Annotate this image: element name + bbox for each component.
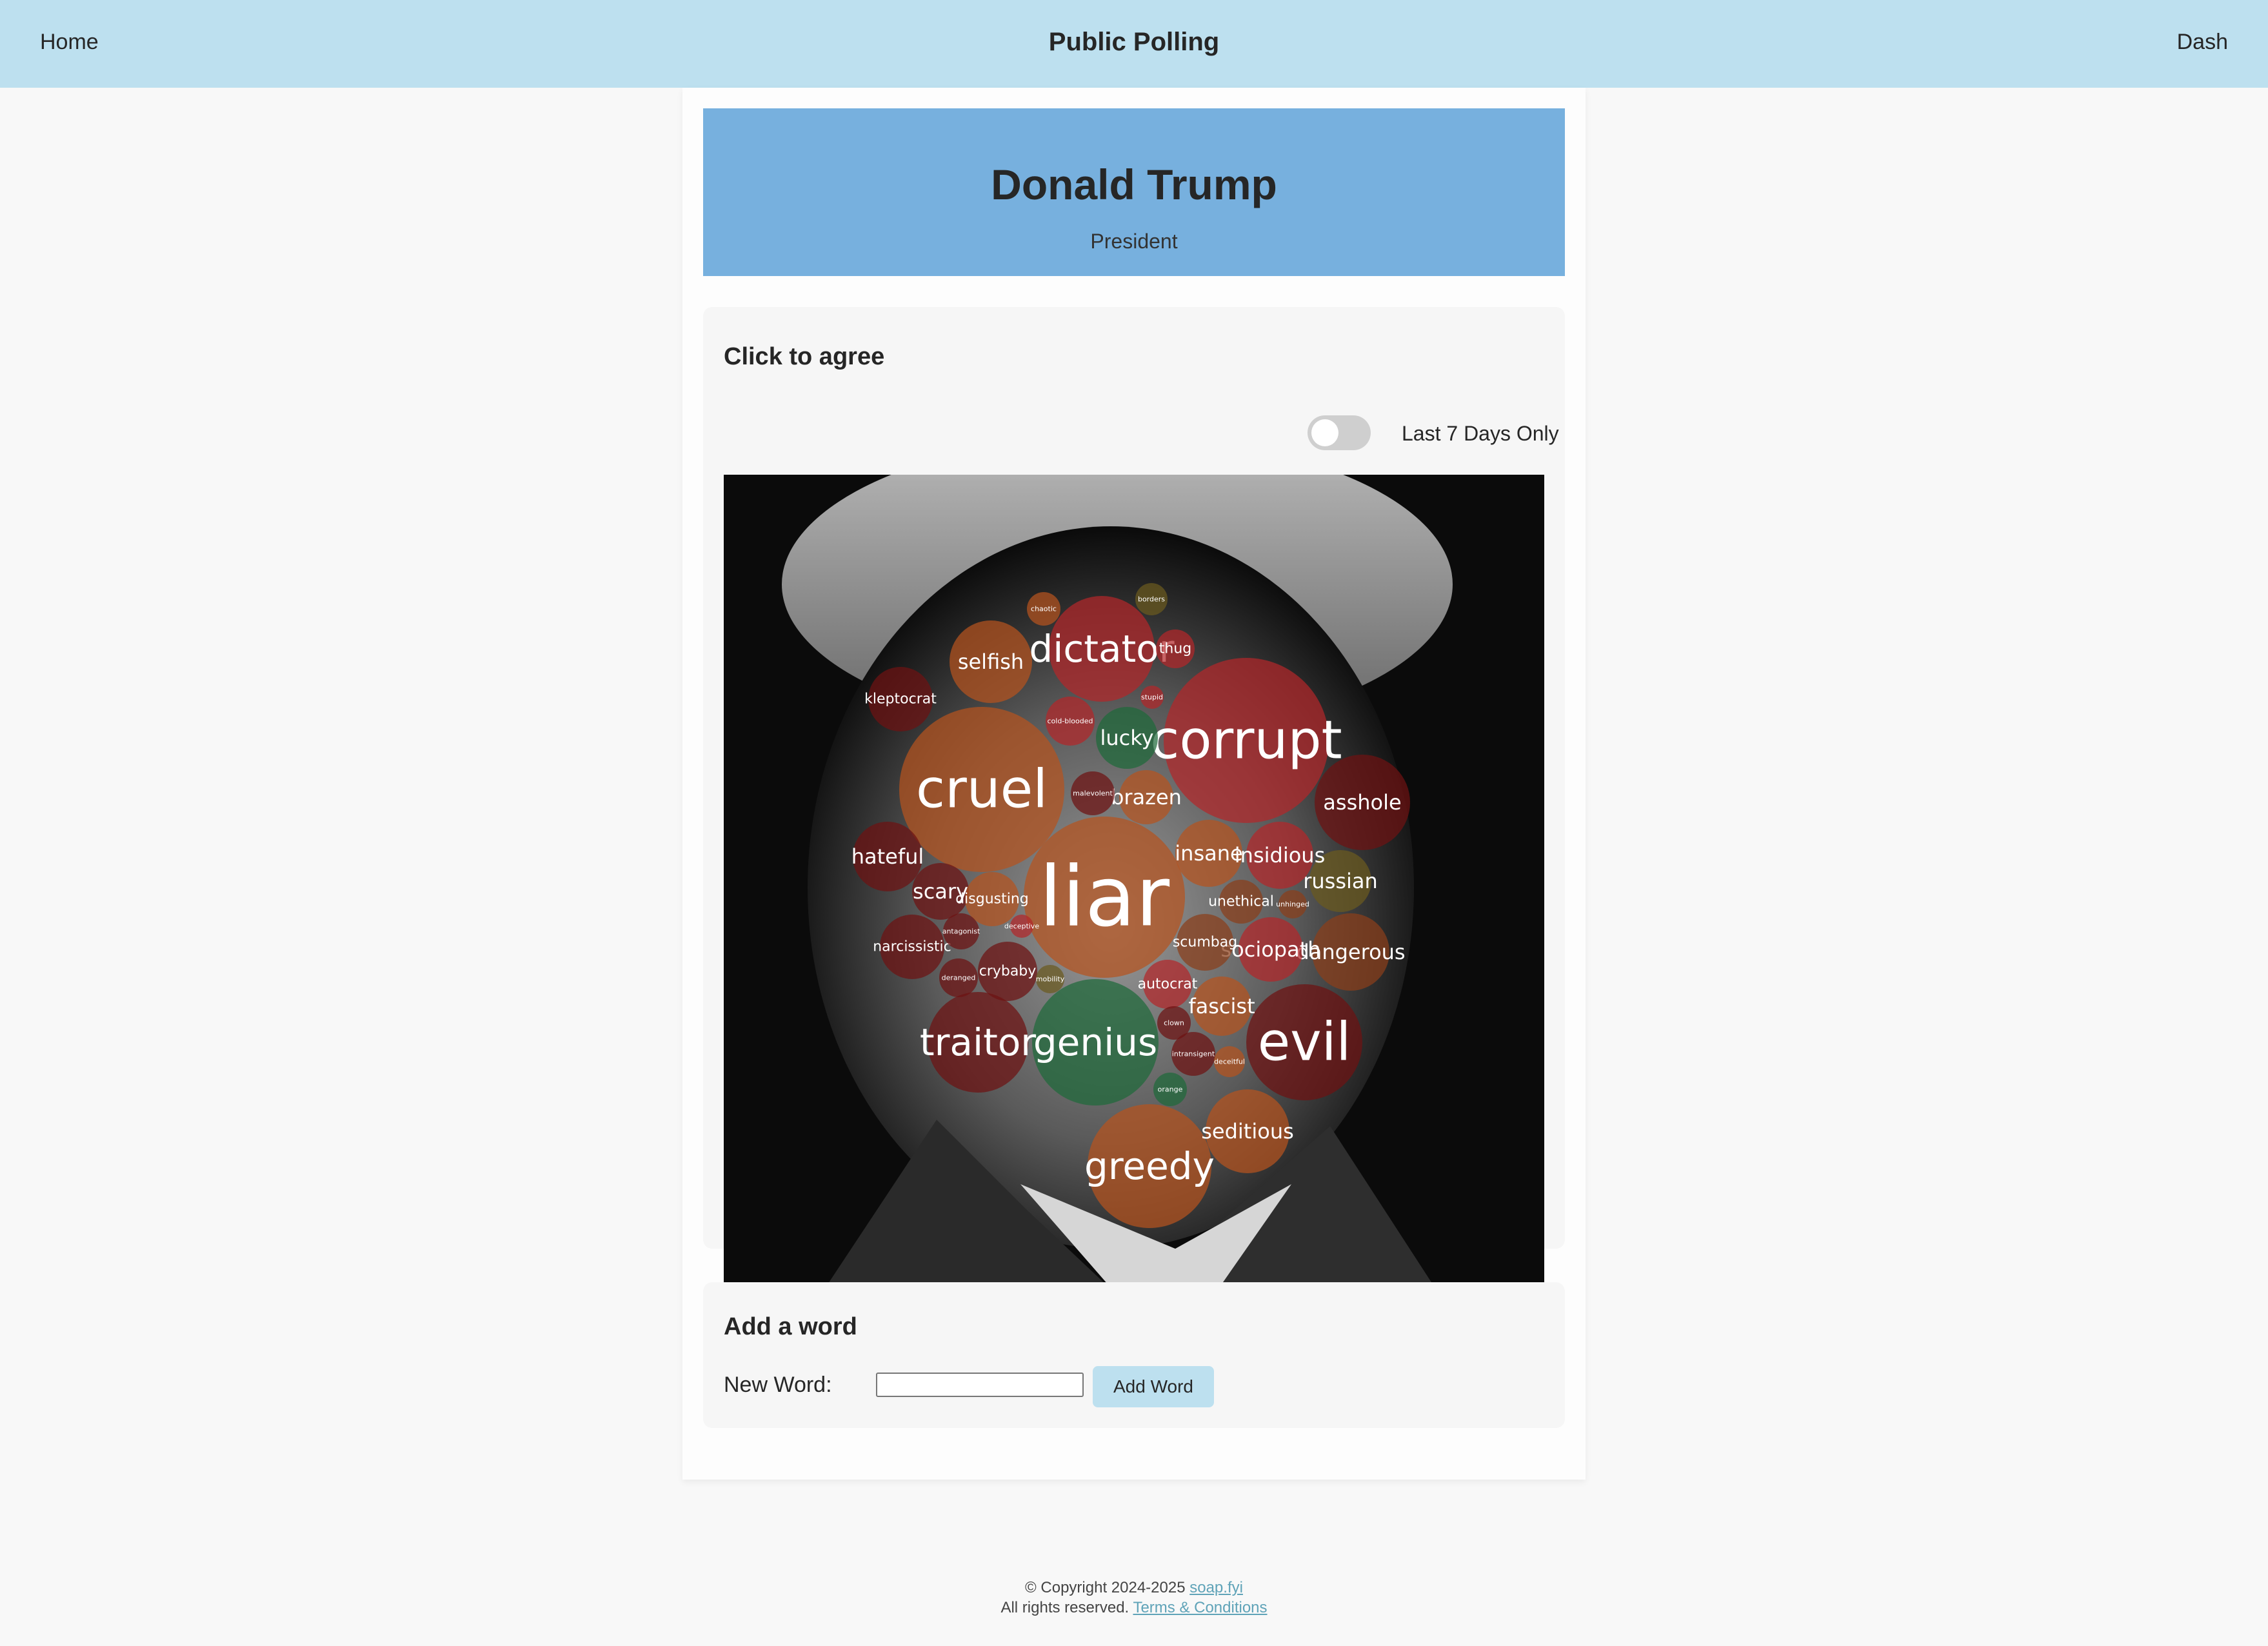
bubble-word: asshole	[1323, 790, 1401, 815]
footer-line-1: © Copyright 2024-2025 soap.fyi	[0, 1578, 2268, 1598]
bubble-word: deceptive	[1004, 922, 1039, 931]
word-bubble-deceitful[interactable]: deceitful	[1214, 1046, 1245, 1077]
bubble-word: cold-blooded	[1047, 717, 1093, 726]
bubble-word: cruel	[916, 759, 1048, 820]
bubble-word: autocrat	[1138, 977, 1198, 993]
terms-link[interactable]: Terms & Conditions	[1133, 1599, 1267, 1616]
bubble-word: mobility	[1036, 975, 1065, 984]
word-bubble-evil[interactable]: evil	[1246, 984, 1362, 1100]
site-title: Public Polling	[1048, 28, 1220, 56]
bubble-word: dictator	[1029, 627, 1174, 671]
dash-link[interactable]: Dash	[2177, 30, 2228, 55]
main-container: Donald Trump President Click to agree La…	[682, 88, 1586, 1480]
word-bubble-liar[interactable]: liar	[1024, 817, 1185, 978]
politician-title: President	[1090, 230, 1178, 253]
footer: © Copyright 2024-2025 soap.fyi All right…	[0, 1578, 2268, 1618]
bubble-word: scumbag	[1173, 935, 1237, 951]
add-word-heading: Add a word	[724, 1313, 857, 1340]
bubble-word: clown	[1164, 1019, 1184, 1027]
bubble-word: thug	[1159, 641, 1191, 657]
last-7-days-toggle[interactable]	[1308, 415, 1371, 450]
bubble-word: evil	[1258, 1012, 1351, 1073]
word-cloud-card: Click to agree Last 7 Days Only liar cor…	[703, 307, 1565, 1295]
bubble-word: unhinged	[1276, 900, 1309, 909]
bubble-word: crybaby	[979, 964, 1037, 980]
new-word-label: New Word:	[724, 1373, 832, 1397]
bubble-word: genius	[1033, 1020, 1157, 1064]
word-bubble-cold-blooded[interactable]: cold-blooded	[1046, 697, 1095, 746]
word-bubble-chaotic[interactable]: chaotic	[1027, 592, 1060, 626]
bubble-word: stupid	[1141, 693, 1163, 702]
word-bubble-lucky[interactable]: lucky	[1096, 707, 1158, 769]
bubble-word: unethical	[1208, 894, 1274, 910]
bubble-word: seditious	[1201, 1119, 1294, 1144]
bubble-word: greedy	[1084, 1144, 1215, 1188]
word-bubble-cruel[interactable]: cruel	[899, 707, 1064, 872]
word-bubble-deranged[interactable]: deranged	[939, 958, 978, 997]
bubble-chart: liar corrupt cruel evil geniustraitor greedy d…	[724, 475, 1544, 1295]
word-bubble-stupid[interactable]: stupid	[1140, 686, 1164, 709]
bubble-word: disgusting	[955, 891, 1029, 907]
bubble-word: fascist	[1188, 994, 1255, 1018]
add-word-button[interactable]: Add Word	[1093, 1366, 1214, 1407]
word-bubble-thug[interactable]: thug	[1156, 630, 1195, 668]
word-bubble-orange[interactable]: orange	[1153, 1073, 1187, 1106]
bubble-word: corrupt	[1150, 710, 1342, 771]
word-bubble-clown[interactable]: clown	[1157, 1006, 1191, 1040]
bubble-word: deranged	[942, 974, 976, 982]
politician-header: Donald Trump President	[703, 108, 1565, 276]
word-bubble-crybaby[interactable]: crybaby	[978, 942, 1037, 1001]
copyright-text: © Copyright 2024-2025	[1025, 1579, 1186, 1596]
bubble-word: orange	[1158, 1086, 1183, 1094]
bubble-word: hateful	[851, 844, 924, 869]
bubble-word: antagonist	[942, 927, 980, 936]
site-link[interactable]: soap.fyi	[1189, 1579, 1243, 1596]
bubble-word: chaotic	[1031, 605, 1057, 613]
bubble-word: insane	[1175, 841, 1242, 866]
rights-text: All rights reserved.	[1000, 1599, 1129, 1616]
bubble-word: selfish	[958, 649, 1024, 674]
bubble-word: russian	[1303, 869, 1378, 893]
bubble-word: malevolent	[1073, 789, 1113, 798]
bubble-word: liar	[1039, 849, 1170, 946]
word-bubble-visualization: liar corrupt cruel evil genius traitor greedy d…	[724, 475, 1544, 1295]
bubble-word: brazen	[1111, 785, 1182, 809]
toggle-label: Last 7 Days Only	[1402, 422, 1559, 445]
bubble-word: insidious	[1235, 843, 1325, 868]
new-word-input[interactable]	[876, 1373, 1084, 1397]
bubble-word: lucky	[1100, 726, 1153, 750]
word-bubble-borders[interactable]: borders	[1135, 583, 1168, 615]
click-to-agree-heading: Click to agree	[724, 343, 885, 370]
toggle-knob	[1311, 419, 1338, 446]
top-navbar: Home Public Polling Dash	[0, 0, 2268, 88]
bubble-word: kleptocrat	[864, 691, 937, 708]
word-bubble-genius[interactable]: genius	[1032, 979, 1159, 1106]
word-bubble-selfish[interactable]: selfish	[950, 620, 1032, 703]
bubble-word: deceitful	[1214, 1058, 1245, 1066]
word-bubble-insane[interactable]: insane	[1175, 820, 1243, 887]
bubble-word: intransigent	[1172, 1050, 1215, 1058]
add-word-card: Add a word New Word: Add Word	[703, 1282, 1565, 1428]
bubble-word: narcissistic	[873, 939, 951, 955]
word-bubble-asshole[interactable]: asshole	[1315, 755, 1410, 850]
bubble-word: borders	[1138, 595, 1165, 604]
bubble-word: traitor	[920, 1020, 1036, 1064]
footer-line-2: All rights reserved. Terms & Conditions	[0, 1598, 2268, 1618]
word-bubble-malevolent[interactable]: malevolent	[1071, 771, 1115, 815]
politician-name: Donald Trump	[991, 161, 1277, 208]
